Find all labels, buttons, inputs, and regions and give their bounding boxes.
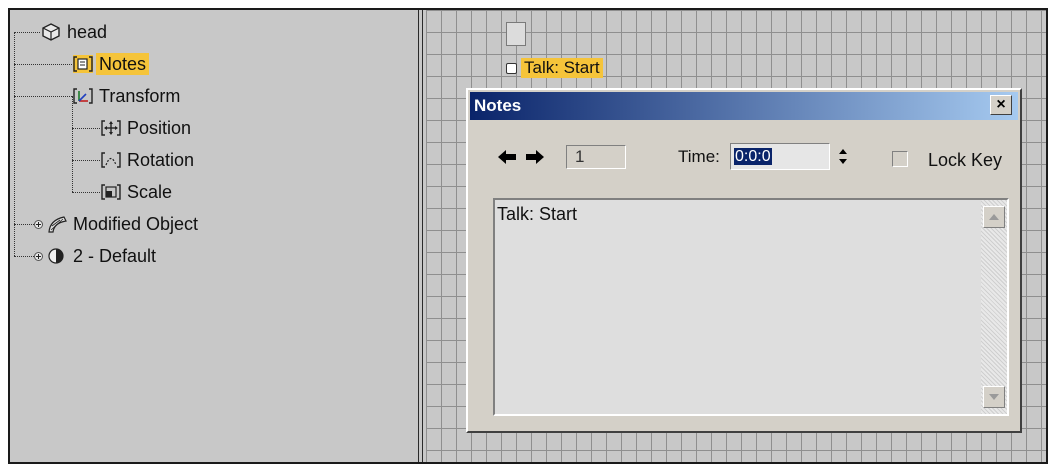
transform-icon bbox=[73, 88, 93, 104]
lock-key-label: Lock Key bbox=[928, 150, 1003, 170]
dialog-title: Notes bbox=[474, 96, 522, 115]
material-icon bbox=[48, 248, 64, 264]
expand-icon[interactable] bbox=[34, 219, 43, 229]
tree-item-label: Position bbox=[127, 118, 192, 138]
splitter-line bbox=[418, 10, 419, 462]
rotation-icon bbox=[101, 152, 121, 168]
previous-note-button[interactable] bbox=[496, 145, 518, 169]
tree-connector bbox=[72, 128, 100, 129]
expand-icon[interactable] bbox=[34, 251, 43, 261]
time-label: Time: bbox=[678, 147, 720, 166]
close-icon: × bbox=[996, 96, 1006, 113]
tree-item-material[interactable]: 2 - Default bbox=[34, 245, 159, 267]
scroll-up-button[interactable] bbox=[983, 206, 1005, 228]
note-key[interactable]: Talk: Start bbox=[506, 56, 603, 80]
time-input[interactable]: 0:0:0 bbox=[730, 143, 830, 170]
tree-connector bbox=[72, 160, 100, 161]
notes-textarea[interactable]: Talk: Start bbox=[493, 198, 1009, 416]
tree-item-transform[interactable]: Transform bbox=[72, 85, 183, 107]
note-key-label: Talk: Start bbox=[521, 58, 603, 78]
tree-connector bbox=[14, 96, 72, 97]
scroll-down-button[interactable] bbox=[983, 386, 1005, 408]
tree-item-label: head bbox=[67, 22, 108, 42]
arrow-right-icon bbox=[526, 150, 544, 164]
next-note-button[interactable] bbox=[524, 145, 546, 169]
note-key-icon bbox=[506, 62, 517, 74]
time-spinner[interactable] bbox=[833, 143, 853, 170]
tree-item-rotation[interactable]: Rotation bbox=[100, 149, 197, 171]
tree-connector bbox=[14, 256, 34, 257]
tree-item-scale[interactable]: Scale bbox=[100, 181, 175, 203]
scroll-up-icon bbox=[989, 214, 999, 220]
tree-item-label: Rotation bbox=[127, 150, 195, 170]
dialog-titlebar[interactable]: Notes × bbox=[470, 92, 1018, 120]
tree-connector bbox=[14, 64, 72, 65]
notes-dialog: Notes × 1 Time: 0:0:0 Lock Key Talk: Sta… bbox=[466, 88, 1022, 433]
notes-text: Talk: Start bbox=[497, 204, 578, 224]
modifier-icon bbox=[48, 216, 67, 233]
tree-item-modified-object[interactable]: Modified Object bbox=[34, 213, 201, 235]
track-range-box[interactable] bbox=[506, 22, 526, 46]
lock-key-checkbox[interactable] bbox=[892, 151, 908, 167]
tree-connector bbox=[14, 32, 15, 256]
tree-connector bbox=[72, 192, 100, 193]
tree-item-head[interactable]: head bbox=[40, 21, 110, 43]
tree-connector bbox=[72, 96, 73, 192]
scroll-down-icon bbox=[989, 394, 999, 400]
position-icon bbox=[101, 120, 121, 136]
tree-item-position[interactable]: Position bbox=[100, 117, 194, 139]
hierarchy-tree: head Notes Transform Position Rotation S… bbox=[10, 10, 415, 462]
tree-connector bbox=[14, 224, 34, 225]
arrow-left-icon bbox=[498, 150, 516, 164]
tree-item-notes[interactable]: Notes bbox=[72, 53, 150, 75]
panel-splitter[interactable] bbox=[414, 10, 426, 462]
tree-item-label: Transform bbox=[99, 86, 181, 106]
notes-icon bbox=[73, 55, 93, 73]
notes-scrollbar[interactable] bbox=[981, 200, 1007, 414]
tree-item-label: Notes bbox=[96, 53, 150, 75]
tree-item-label: Scale bbox=[127, 182, 173, 202]
close-button[interactable]: × bbox=[990, 95, 1012, 115]
scale-icon bbox=[101, 184, 121, 200]
tree-item-label: 2 - Default bbox=[73, 246, 157, 266]
tree-item-label: Modified Object bbox=[73, 214, 199, 234]
splitter-line bbox=[422, 10, 423, 462]
time-value: 0:0:0 bbox=[734, 148, 772, 165]
tree-connector bbox=[14, 32, 40, 33]
object-icon bbox=[42, 23, 60, 41]
note-number-field: 1 bbox=[566, 145, 626, 169]
